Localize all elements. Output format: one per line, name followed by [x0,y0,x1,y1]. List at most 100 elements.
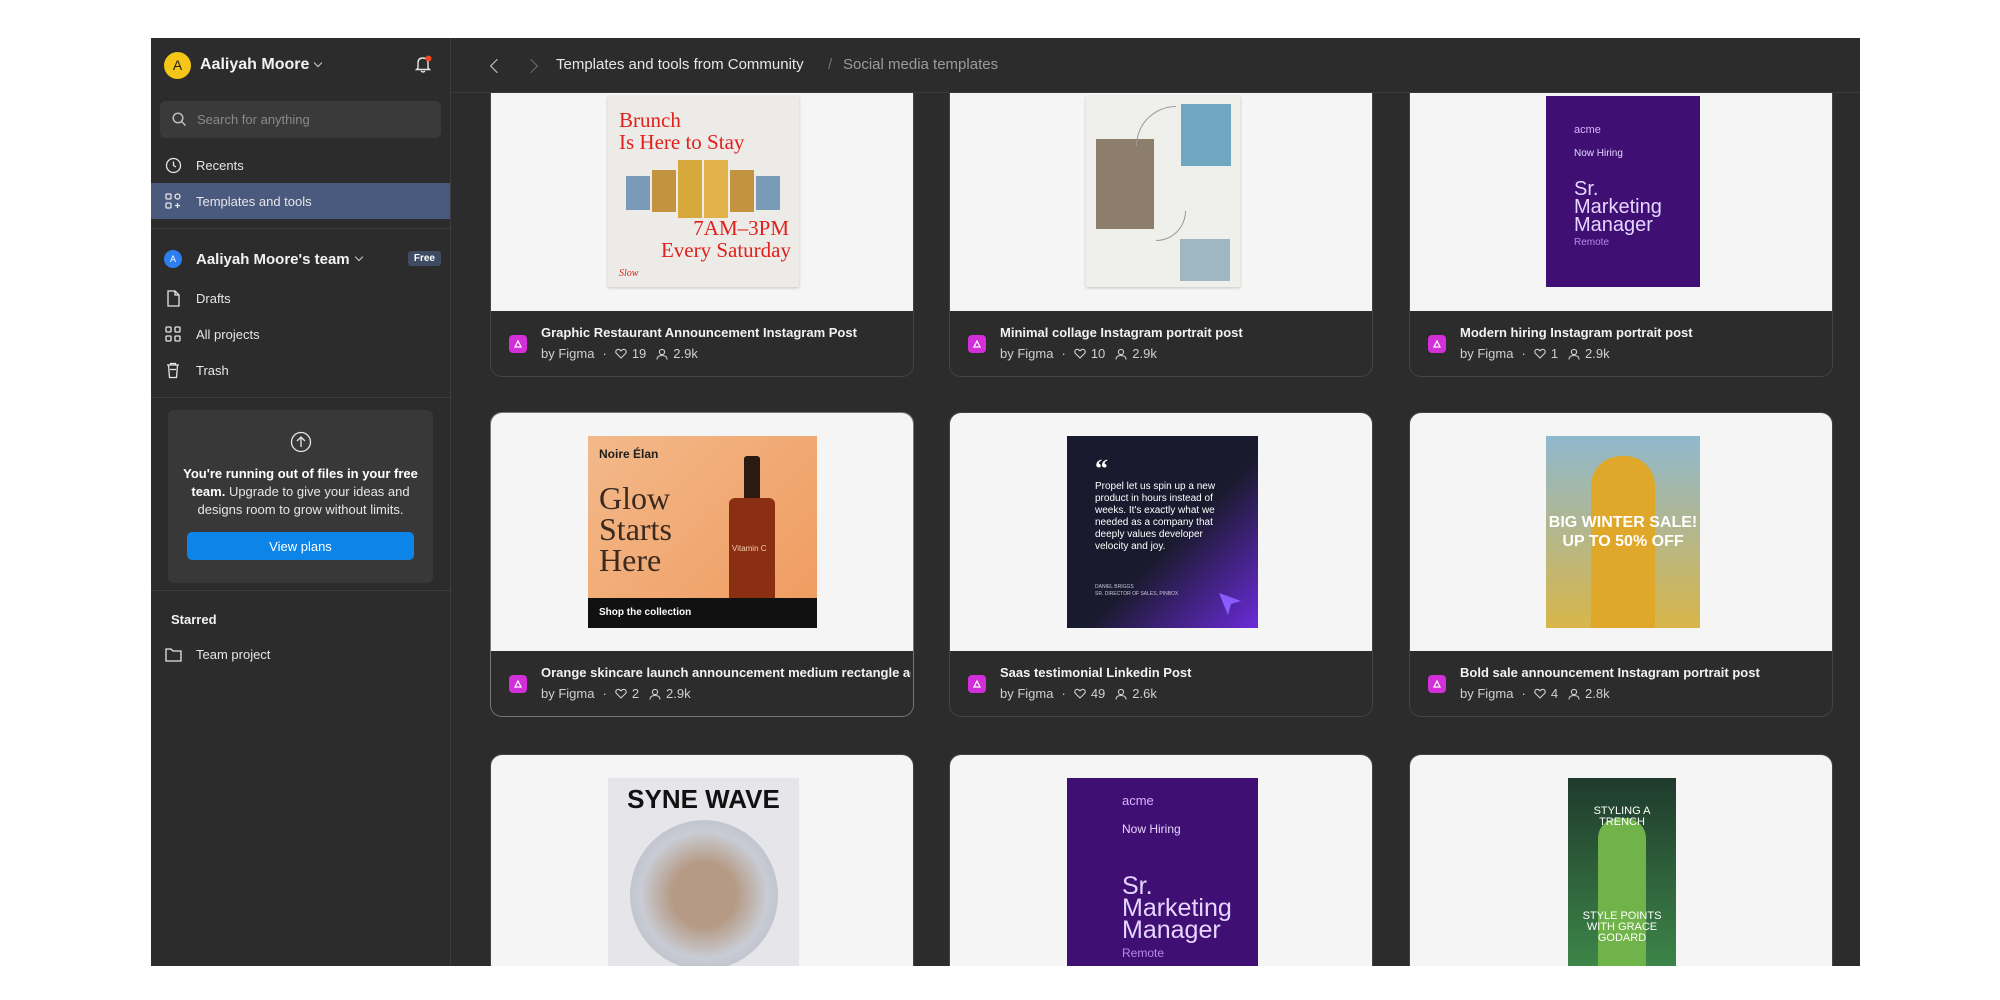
sidebar-item-label: Recents [196,157,244,173]
card-info: Minimal collage Instagram portrait post … [950,311,1372,376]
card-info: Bold sale announcement Instagram portrai… [1410,651,1832,716]
main-content: Templates and tools from Community / Soc… [452,38,1860,966]
card-title: Saas testimonial Linkedin Post [1000,665,1192,680]
card-meta: by Figma · 2 2.9k [541,686,691,701]
card-title: Bold sale announcement Instagram portrai… [1460,665,1760,680]
file-icon [164,289,182,307]
card-thumbnail: acme Now Hiring Sr. Marketing Manager Re… [1410,75,1832,311]
card-author: by Figma [1000,346,1054,361]
bottle-label: Vitamin C [732,544,767,553]
testimonial-quote: Propel let us spin up a new product in h… [1095,481,1216,552]
view-plans-button[interactable]: View plans [187,532,414,560]
card-thumbnail: Noire Élan Glow Starts Here Vitamin C Sh… [491,413,913,651]
card-meta: by Figma · 1 2.9k [1460,346,1610,361]
card-thumbnail: Brunch Is Here to Stay 7AM–3PM Every Sat… [491,75,913,311]
card-thumbnail: BIG WINTER SALE! UP TO 50% OFF [1410,413,1832,651]
card-author: by Figma [1460,346,1514,361]
figma-community-icon [1428,675,1446,693]
figma-community-icon [1428,335,1446,353]
cursor-arrow-icon [1219,593,1241,615]
template-card[interactable]: Brunch Is Here to Stay 7AM–3PM Every Sat… [490,74,914,377]
poster-text: Now Hiring [1122,822,1181,836]
heart-icon [1074,688,1086,699]
card-thumbnail: STYLING A TRENCH STYLE POINTS WITH GRACE… [1410,755,1832,966]
poster-photo-strip [626,160,781,218]
poster-text: Here [599,542,662,578]
search-box[interactable] [160,101,441,138]
card-meta: by Figma · 4 2.8k [1460,686,1610,701]
card-users: 2.8k [1585,686,1610,701]
quote-mark: “ [1095,454,1108,483]
card-likes: 49 [1090,686,1106,701]
heart-icon [1074,348,1086,359]
card-title: Orange skincare launch announcement medi… [541,665,911,680]
sidebar-item-all-projects[interactable]: All projects [151,316,450,352]
testimonial-poster: “ Propel let us spin up a new product in… [1067,436,1258,628]
top-bar: Templates and tools from Community / Soc… [452,38,1860,93]
sidebar-item-team-project[interactable]: Team project [151,636,450,672]
poster-text: Remote [1574,237,1610,248]
poster-brand: Noire Élan [599,447,659,461]
back-arrow-icon[interactable] [489,58,505,74]
poster-text: SYNE WAVE [627,784,780,814]
user-icon [1115,688,1127,700]
forward-arrow-icon[interactable] [523,58,539,74]
user-icon [1568,688,1580,700]
divider [151,590,450,591]
user-icon [1115,348,1127,360]
sidebar-item-templates[interactable]: Templates and tools [151,183,450,219]
sidebar: A Aaliyah Moore Recents Templates and to… [151,38,451,966]
figma-community-icon [968,675,986,693]
user-name: Aaliyah Moore [200,56,310,73]
card-thumbnail [950,75,1372,311]
template-card[interactable]: Noire Élan Glow Starts Here Vitamin C Sh… [490,412,914,717]
hiring-poster: acme Now Hiring Sr. Marketing Manager Re… [1067,778,1258,966]
restaurant-poster: Brunch Is Here to Stay 7AM–3PM Every Sat… [608,96,799,287]
card-author: by Figma [541,686,595,701]
notification-bell-icon[interactable] [413,54,433,74]
template-card[interactable]: STYLING A TRENCH STYLE POINTS WITH GRACE… [1409,754,1833,966]
breadcrumb-parent[interactable]: Templates and tools from Community [556,56,804,73]
template-card[interactable]: acme Now Hiring Sr. Marketing Manager Re… [949,754,1373,966]
chevron-down-icon [314,58,323,68]
figma-community-icon [968,335,986,353]
poster-text: STYLING A TRENCH [1593,805,1651,828]
serum-bottle [744,456,760,500]
upgrade-message: You're running out of files in your free… [183,466,418,517]
template-card[interactable]: SYNE WAVE [490,754,914,966]
poster-brand: acme [1574,124,1601,136]
sidebar-item-recents[interactable]: Recents [151,147,450,183]
card-title: Modern hiring Instagram portrait post [1460,325,1693,340]
card-likes: 4 [1550,686,1559,701]
card-meta: by Figma · 49 2.6k [1000,686,1157,701]
cta-text: Shop the collection [599,607,692,618]
user-menu[interactable]: A Aaliyah Moore [164,51,323,79]
card-likes: 19 [631,346,647,361]
collage-poster [1086,96,1240,287]
hiring-poster: acme Now Hiring Sr. Marketing Manager Re… [1546,96,1700,287]
heart-icon [1534,348,1546,359]
skincare-poster: Noire Élan Glow Starts Here Vitamin C Sh… [588,436,817,628]
folder-icon [164,645,182,663]
search-input[interactable] [197,112,427,127]
sidebar-item-drafts[interactable]: Drafts [151,280,450,316]
poster-brand: acme [1122,793,1154,808]
divider [151,397,450,398]
testimonial-name: DANIEL BRIGGS [1095,584,1134,590]
card-info: Graphic Restaurant Announcement Instagra… [491,311,913,376]
sidebar-item-label: Templates and tools [196,193,312,209]
template-card[interactable]: acme Now Hiring Sr. Marketing Manager Re… [1409,74,1833,377]
heart-icon [615,348,627,359]
card-users: 2.9k [1585,346,1610,361]
poster-text: STYLE POINTS WITH GRACE GODARD [1582,910,1662,944]
search-icon [172,112,187,127]
template-card[interactable]: “ Propel let us spin up a new product in… [949,412,1373,717]
template-card[interactable]: Minimal collage Instagram portrait post … [949,74,1373,377]
sidebar-item-label: Team project [196,646,271,662]
template-card[interactable]: BIG WINTER SALE! UP TO 50% OFF Bold sale… [1409,412,1833,717]
team-switcher[interactable]: A Aaliyah Moore's team Free [164,246,443,272]
sidebar-item-trash[interactable]: Trash [151,352,450,388]
cta-bar: Shop the collection [588,598,817,628]
poster-text: Is Here to Stay [619,130,745,154]
figma-community-icon [509,335,527,353]
